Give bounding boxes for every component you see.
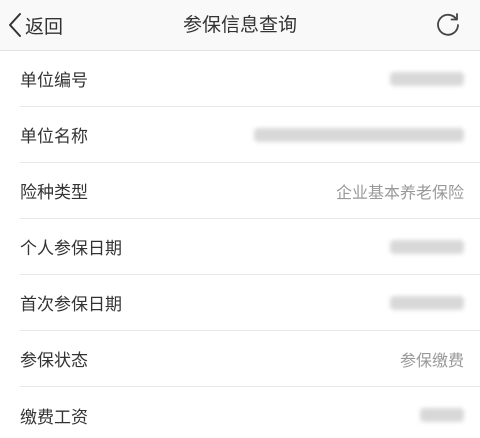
row-unit-number: 单位编号 — [20, 51, 480, 107]
row-enroll-status: 参保状态 参保缴费 — [20, 331, 480, 387]
row-label: 缴费工资 — [20, 407, 88, 428]
row-first-enroll-date: 首次参保日期 — [20, 275, 480, 331]
redacted-value — [390, 71, 464, 86]
refresh-button[interactable] — [434, 11, 462, 39]
redacted-value — [390, 295, 464, 310]
row-value: 企业基本养老保险 — [335, 182, 464, 202]
row-label: 险种类型 — [20, 183, 88, 203]
insurance-info-page: 返回 参保信息查询 单位编号 单位名称 险种类型 企业基本养老保险 个人参保日期 — [0, 0, 480, 438]
back-button[interactable]: 返回 — [8, 0, 63, 50]
redacted-value — [420, 408, 464, 422]
row-label: 单位名称 — [20, 127, 88, 147]
back-label: 返回 — [25, 15, 64, 38]
chevron-left-icon — [9, 13, 21, 37]
row-insurance-type: 险种类型 企业基本养老保险 — [20, 163, 480, 219]
redacted-value — [254, 127, 464, 142]
row-label: 参保状态 — [20, 351, 88, 371]
page-title: 参保信息查询 — [182, 14, 297, 36]
row-contribution-wage: 缴费工资 — [20, 387, 480, 438]
refresh-icon — [437, 13, 459, 36]
row-label: 单位编号 — [20, 71, 88, 91]
row-value: 参保缴费 — [399, 350, 464, 370]
info-list: 单位编号 单位名称 险种类型 企业基本养老保险 个人参保日期 首次参保日期 参保… — [0, 51, 480, 438]
redacted-value — [390, 239, 464, 254]
row-label: 首次参保日期 — [20, 295, 122, 315]
navigation-bar: 返回 参保信息查询 — [0, 0, 480, 51]
row-label: 个人参保日期 — [20, 239, 122, 259]
row-personal-enroll-date: 个人参保日期 — [20, 219, 480, 275]
row-unit-name: 单位名称 — [20, 107, 480, 163]
